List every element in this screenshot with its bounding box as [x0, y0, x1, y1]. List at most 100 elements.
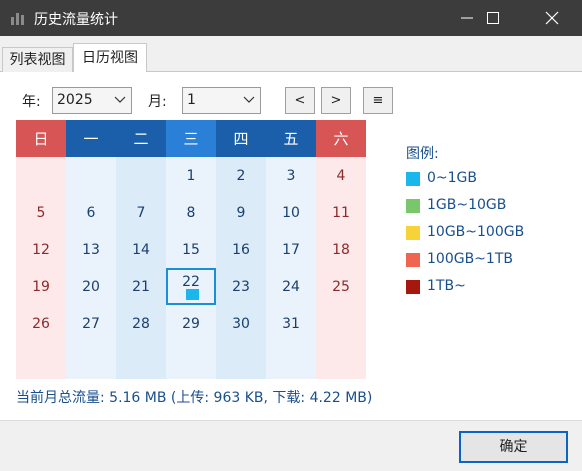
monthly-summary: 当前月总流量: 5.16 MB (上传: 963 KB, 下载: 4.22 MB… [16, 390, 373, 406]
calendar-day-25[interactable]: 25 [316, 268, 366, 305]
calendar-day-27[interactable]: 27 [66, 305, 116, 342]
day-number: 17 [282, 241, 300, 258]
prev-month-button[interactable]: < [285, 87, 315, 114]
title-bar: 历史流量统计 [0, 0, 582, 36]
legend-swatch [406, 199, 420, 213]
calendar-day-14[interactable]: 14 [116, 231, 166, 268]
day-number: 7 [136, 204, 146, 221]
day-number: 31 [282, 315, 300, 332]
weekday-header: 六 [316, 120, 366, 157]
month-value: 1 [187, 92, 196, 108]
calendar-day-2[interactable]: 2 [216, 157, 266, 194]
calendar-day-21[interactable]: 21 [116, 268, 166, 305]
weekday-header: 五 [266, 120, 316, 157]
legend-swatch [406, 172, 420, 186]
calendar-day-8[interactable]: 8 [166, 194, 216, 231]
calendar-day-4[interactable]: 4 [316, 157, 366, 194]
calendar-day-10[interactable]: 10 [266, 194, 316, 231]
day-number: 15 [182, 241, 200, 258]
chevron-down-icon [114, 96, 126, 103]
calendar-day-18[interactable]: 18 [316, 231, 366, 268]
calendar-day-20[interactable]: 20 [66, 268, 116, 305]
calendar-day-13[interactable]: 13 [66, 231, 116, 268]
calendar-empty-cell [216, 342, 266, 379]
day-number: 5 [36, 204, 46, 221]
legend-label: 1TB~ [427, 278, 466, 294]
calendar-day-22[interactable]: 22 [166, 268, 216, 305]
maximize-button[interactable] [470, 0, 516, 36]
calendar-day-9[interactable]: 9 [216, 194, 266, 231]
calendar-day-17[interactable]: 17 [266, 231, 316, 268]
usage-marker [186, 289, 199, 300]
legend-swatch [406, 253, 420, 267]
tab-list-view[interactable]: 列表视图 [2, 47, 73, 72]
app-chart-icon [10, 11, 26, 25]
calendar-day-1[interactable]: 1 [166, 157, 216, 194]
weekday-header: 二 [116, 120, 166, 157]
legend-swatch [406, 280, 420, 294]
calendar-day-7[interactable]: 7 [116, 194, 166, 231]
legend-swatch [406, 226, 420, 240]
legend-label: 1GB~10GB [427, 197, 507, 213]
day-number: 13 [82, 241, 100, 258]
ok-button[interactable]: 确定 [459, 431, 568, 463]
month-select[interactable]: 1 [182, 87, 261, 114]
day-number: 28 [132, 315, 150, 332]
calendar-day-11[interactable]: 11 [316, 194, 366, 231]
calendar-empty-cell [16, 157, 66, 194]
day-number: 23 [232, 278, 250, 295]
window-title: 历史流量统计 [34, 12, 118, 28]
calendar-day-12[interactable]: 12 [16, 231, 66, 268]
month-label: 月: [148, 94, 167, 110]
calendar-day-16[interactable]: 16 [216, 231, 266, 268]
calendar-day-15[interactable]: 15 [166, 231, 216, 268]
day-number: 4 [336, 167, 346, 184]
calendar-day-3[interactable]: 3 [266, 157, 316, 194]
calendar-day-23[interactable]: 23 [216, 268, 266, 305]
calendar-empty-cell [166, 342, 216, 379]
day-number: 22 [182, 273, 200, 290]
year-label: 年: [22, 94, 41, 110]
close-button[interactable] [529, 0, 575, 36]
day-number: 29 [182, 315, 200, 332]
calendar-day-19[interactable]: 19 [16, 268, 66, 305]
calendar-empty-cell [16, 342, 66, 379]
calendar-day-31[interactable]: 31 [266, 305, 316, 342]
calendar-day-29[interactable]: 29 [166, 305, 216, 342]
day-number: 14 [132, 241, 150, 258]
day-number: 26 [32, 315, 50, 332]
legend-label: 10GB~100GB [427, 224, 525, 240]
calendar-day-24[interactable]: 24 [266, 268, 316, 305]
calendar-empty-cell [116, 157, 166, 194]
calendar-day-28[interactable]: 28 [116, 305, 166, 342]
day-number: 25 [332, 278, 350, 295]
next-month-button[interactable]: > [321, 87, 351, 114]
day-number: 12 [32, 241, 50, 258]
day-number: 2 [236, 167, 246, 184]
legend-label: 100GB~1TB [427, 251, 513, 267]
day-number: 20 [82, 278, 100, 295]
day-number: 10 [282, 204, 300, 221]
calendar-empty-cell [66, 157, 116, 194]
calendar-day-5[interactable]: 5 [16, 194, 66, 231]
day-number: 6 [86, 204, 96, 221]
chevron-down-icon [243, 96, 255, 103]
calendar-day-26[interactable]: 26 [16, 305, 66, 342]
day-number: 21 [132, 278, 150, 295]
close-icon [545, 11, 559, 25]
calendar-day-30[interactable]: 30 [216, 305, 266, 342]
day-number: 30 [232, 315, 250, 332]
tab-calendar-view[interactable]: 日历视图 [73, 43, 147, 72]
year-value: 2025 [57, 92, 93, 108]
year-select[interactable]: 2025 [52, 87, 132, 114]
legend-title: 图例: [406, 146, 439, 162]
calendar-empty-cell [316, 342, 366, 379]
menu-button[interactable]: ≡ [363, 87, 393, 114]
day-number: 1 [186, 167, 196, 184]
day-number: 19 [32, 278, 50, 295]
calendar-empty-cell [316, 305, 366, 342]
calendar-day-6[interactable]: 6 [66, 194, 116, 231]
calendar-empty-cell [116, 342, 166, 379]
calendar-grid: 日一二三四五六 1 2 3 4 5 6 7 8 9 10 11 12 13 14 15 16 17 18 19 20 21… [16, 120, 366, 380]
day-number: 9 [236, 204, 246, 221]
